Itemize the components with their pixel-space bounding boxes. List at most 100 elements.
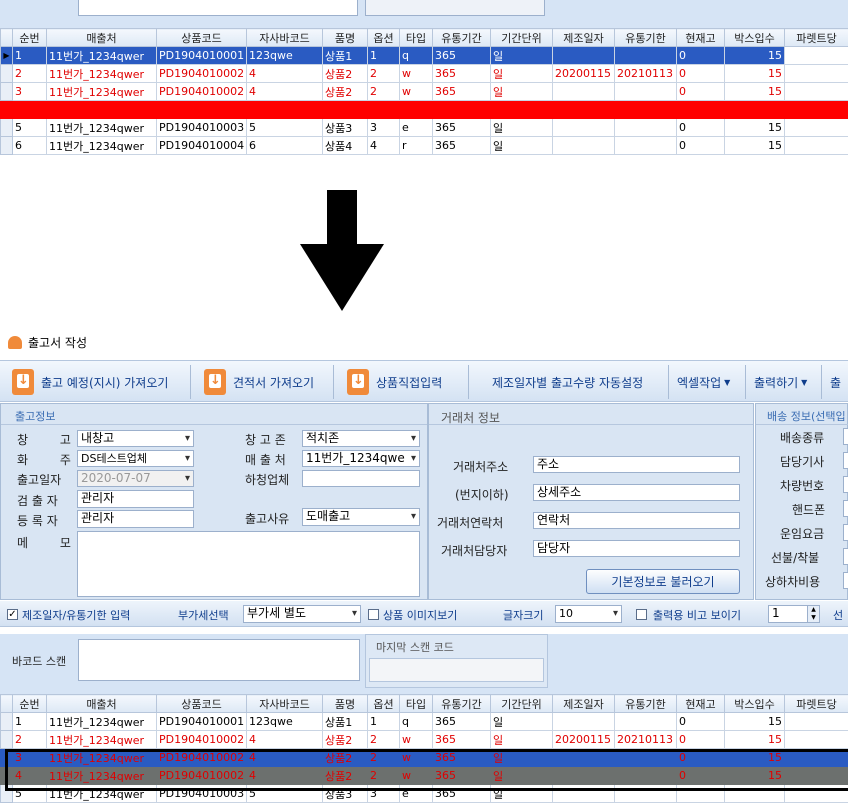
table-cell-name[interactable]: 상품4 xyxy=(322,136,368,155)
table-cell-type[interactable]: w xyxy=(399,730,433,749)
table-cell-exp[interactable] xyxy=(614,100,677,119)
table-cell-no[interactable]: 2 xyxy=(12,64,47,83)
col-header[interactable]: 제조일자 xyxy=(552,694,615,713)
table-cell-store[interactable]: 11번가_1234qwer xyxy=(46,64,157,83)
col-header[interactable]: 유통기간 xyxy=(432,694,491,713)
col-header[interactable]: 유통기한 xyxy=(614,28,677,47)
table-cell-name[interactable]: 상품1 xyxy=(322,712,368,731)
table-cell-opt[interactable]: 1 xyxy=(367,46,400,65)
table-cell-mfg[interactable]: 20200115 xyxy=(552,730,615,749)
table-cell-pallet[interactable] xyxy=(784,82,848,101)
table-cell-type[interactable]: q xyxy=(399,712,433,731)
delivery-input-stub[interactable] xyxy=(843,524,848,541)
table-cell-type[interactable]: w xyxy=(399,766,433,785)
table-cell-barcode[interactable]: 4 xyxy=(246,730,323,749)
table-cell-stock[interactable]: 0 xyxy=(676,82,725,101)
table-cell-stock[interactable] xyxy=(676,784,725,803)
table-cell-unit[interactable]: 일 xyxy=(490,136,553,155)
table-cell-opt[interactable]: 1 xyxy=(367,712,400,731)
table-cell-exp[interactable] xyxy=(614,766,677,785)
table-cell-box[interactable] xyxy=(724,100,785,119)
spinner-arrows-icon[interactable]: ▲ ▼ xyxy=(807,606,819,622)
table-cell-pallet[interactable] xyxy=(784,118,848,137)
table-row[interactable]: 2 11번가_1234qwer PD1904010002 4 상품2 2 w 365 일 2020… xyxy=(0,730,848,749)
table-cell-exp[interactable]: 20210113 xyxy=(614,730,677,749)
table-cell-store[interactable]: 11번가_1234qwer xyxy=(46,118,157,137)
table-cell-barcode[interactable]: 123qwe xyxy=(246,46,323,65)
row-indicator[interactable] xyxy=(0,118,13,137)
col-header[interactable]: 파렛트당 xyxy=(784,694,848,713)
inspector-input[interactable]: 관리자 xyxy=(77,490,194,508)
col-header[interactable]: 자사바코드 xyxy=(246,28,323,47)
table-cell-stock[interactable]: 0 xyxy=(676,46,725,65)
table-cell-barcode[interactable]: 4 xyxy=(246,766,323,785)
col-header[interactable]: 품명 xyxy=(322,28,368,47)
table-cell-period[interactable]: 365 xyxy=(432,748,491,767)
col-header[interactable]: 매출처 xyxy=(46,28,157,47)
col-header[interactable]: 현재고 xyxy=(676,694,725,713)
table-cell-box[interactable]: 15 xyxy=(724,46,785,65)
table-cell-barcode[interactable]: 5 xyxy=(246,118,323,137)
table-cell-pallet[interactable] xyxy=(784,766,848,785)
table-cell-opt[interactable]: 3 xyxy=(367,784,400,803)
row-indicator[interactable] xyxy=(0,136,13,155)
col-header[interactable]: 제조일자 xyxy=(552,28,615,47)
table-row[interactable]: 5 11번가_1234qwer PD1904010003 5 상품3 3 e 365 일 0 15 xyxy=(0,118,848,137)
table-cell-opt[interactable]: 2 xyxy=(367,82,400,101)
table-cell-opt[interactable]: 2 xyxy=(367,766,400,785)
table-cell-opt[interactable]: 2 xyxy=(367,730,400,749)
table-row[interactable]: 5 11번가_1234qwer PD1904010003 5 상품3 3 e 365 일 xyxy=(0,784,848,803)
table-cell-no[interactable] xyxy=(12,100,47,119)
table-cell-mfg[interactable] xyxy=(552,118,615,137)
table-cell-stock[interactable]: 0 xyxy=(676,712,725,731)
table-cell-store[interactable]: 11번가_1234qwer xyxy=(46,766,157,785)
table-cell-name[interactable]: 상품1 xyxy=(322,46,368,65)
col-header[interactable]: 옵션 xyxy=(367,28,400,47)
col-header[interactable]: 기간단위 xyxy=(490,694,553,713)
table-cell-unit[interactable] xyxy=(490,100,553,119)
col-header[interactable]: 타입 xyxy=(399,28,433,47)
col-header[interactable]: 기간단위 xyxy=(490,28,553,47)
table-cell-mfg[interactable]: 20200115 xyxy=(552,64,615,83)
table-cell-no[interactable]: 1 xyxy=(12,712,47,731)
table-cell-barcode[interactable]: 4 xyxy=(246,82,323,101)
col-header[interactable]: 순번 xyxy=(12,694,47,713)
table-row[interactable]: 3 11번가_1234qwer PD1904010002 4 상품2 2 w 365 일 0 15 xyxy=(0,748,848,767)
table-cell-opt[interactable]: 3 xyxy=(367,118,400,137)
table-cell-box[interactable]: 15 xyxy=(724,118,785,137)
table-cell-type[interactable]: r xyxy=(399,136,433,155)
table-cell-store[interactable] xyxy=(46,100,157,119)
table-cell-code[interactable]: PD1904010001 xyxy=(156,46,247,65)
table-cell-stock[interactable]: 0 xyxy=(676,136,725,155)
col-header[interactable]: 매출처 xyxy=(46,694,157,713)
table-cell-code[interactable]: PD1904010002 xyxy=(156,64,247,83)
product-image-checkbox[interactable] xyxy=(368,609,379,620)
table-cell-code[interactable]: PD1904010003 xyxy=(156,784,247,803)
table-cell-store[interactable]: 11번가_1234qwer xyxy=(46,46,157,65)
table-cell-store[interactable]: 11번가_1234qwer xyxy=(46,730,157,749)
col-header[interactable]: 순번 xyxy=(12,28,47,47)
table-cell-stock[interactable]: 0 xyxy=(676,118,725,137)
table-cell-period[interactable]: 365 xyxy=(432,730,491,749)
table-cell-mfg[interactable] xyxy=(552,100,615,119)
table-cell-mfg[interactable] xyxy=(552,712,615,731)
row-indicator[interactable] xyxy=(0,100,13,119)
table-cell-unit[interactable]: 일 xyxy=(490,730,553,749)
table-cell-stock[interactable]: 0 xyxy=(676,730,725,749)
zone-select[interactable]: 적치존 xyxy=(302,430,420,447)
partner-person-input[interactable]: 담당자 xyxy=(533,540,740,557)
table-cell-opt[interactable]: 2 xyxy=(367,748,400,767)
table-cell-stock[interactable]: 0 xyxy=(676,748,725,767)
table-cell-box[interactable]: 15 xyxy=(724,82,785,101)
table-cell-store[interactable]: 11번가_1234qwer xyxy=(46,784,157,803)
table-cell-pallet[interactable] xyxy=(784,730,848,749)
table-cell-code[interactable]: PD1904010003 xyxy=(156,118,247,137)
row-indicator[interactable] xyxy=(0,712,13,731)
memo-textarea[interactable] xyxy=(77,531,420,597)
table-cell-no[interactable]: 2 xyxy=(12,730,47,749)
col-header[interactable]: 품명 xyxy=(322,694,368,713)
table-cell-unit[interactable]: 일 xyxy=(490,82,553,101)
table-cell-code[interactable] xyxy=(156,100,247,119)
table-cell-period[interactable]: 365 xyxy=(432,82,491,101)
table-cell-type[interactable]: w xyxy=(399,82,433,101)
